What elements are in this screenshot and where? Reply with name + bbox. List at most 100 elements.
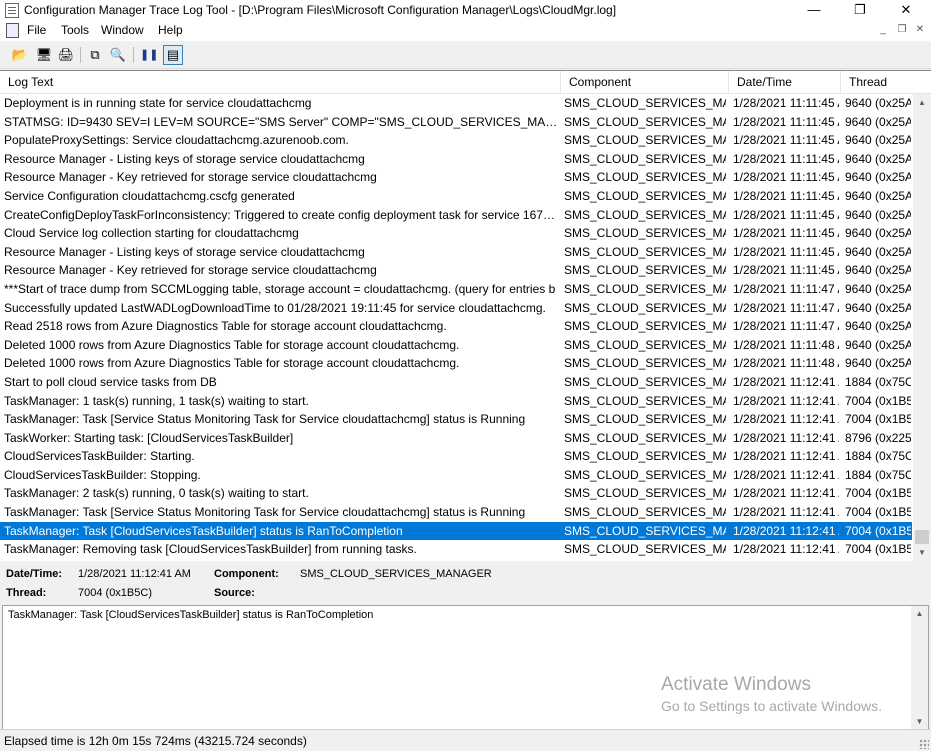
table-row[interactable]: STATMSG: ID=9430 SEV=I LEV=M SOURCE="SMS… [0,113,912,132]
resize-grip-icon[interactable] [919,739,929,749]
table-row[interactable]: TaskManager: Task [CloudServicesTaskBuil… [0,521,912,541]
maximize-button[interactable]: ❐ [837,0,883,20]
thread-cell: 1884 (0x75C) [845,449,911,464]
details-datetime-value: 1/28/2021 11:12:41 AM [78,568,191,580]
table-row[interactable]: Deployment is in running state for servi… [0,94,912,113]
log-text-cell: TaskManager: Task [Service Status Monito… [4,412,526,427]
component-cell: SMS_CLOUD_SERVICES_MANAGER [564,281,726,296]
table-row[interactable]: Resource Manager - Key retrieved for sto… [0,261,912,280]
table-row[interactable]: TaskManager: Removing task [CloudService… [0,540,912,559]
highlight-icon[interactable]: ▤ [163,45,183,65]
mdi-restore-button[interactable]: ❐ [894,24,910,35]
component-cell: SMS_CLOUD_SERVICES_MANAGER [564,337,726,352]
details-component-value: SMS_CLOUD_SERVICES_MANAGER [300,568,492,580]
log-grid: Log Text Component Date/Time Thread Depl… [0,70,931,561]
mdi-close-button[interactable]: ✕ [912,24,928,35]
table-row[interactable]: TaskManager: 2 task(s) running, 0 task(s… [0,484,912,503]
thread-cell: 7004 (0x1B5C) [845,505,911,520]
table-row[interactable]: TaskManager: Task [Service Status Monito… [0,503,912,522]
component-cell: SMS_CLOUD_SERVICES_MANAGER [564,226,726,241]
table-row[interactable]: Deleted 1000 rows from Azure Diagnostics… [0,354,912,373]
document-icon[interactable] [6,23,19,38]
table-row[interactable]: CreateConfigDeployTaskForInconsistency: … [0,206,912,225]
close-button[interactable]: ✕ [883,0,929,20]
table-row[interactable]: TaskManager: Task [Service Status Monito… [0,410,912,429]
grid-vertical-scrollbar[interactable]: ▲ ▼ [913,94,931,561]
message-scroll-up-icon[interactable]: ▲ [911,609,928,618]
thread-cell: 9640 (0x25A8) [845,226,911,241]
thread-cell: 9640 (0x25A8) [845,96,911,110]
table-row[interactable]: CloudServicesTaskBuilder: Starting. SMS_C… [0,447,912,466]
table-row[interactable]: Cloud Service log collection starting fo… [0,224,912,243]
menu-tools[interactable]: Tools [61,23,89,37]
copy-icon[interactable]: ⧉ [86,46,104,64]
table-row[interactable]: Resource Manager - Key retrieved for sto… [0,168,912,187]
minimize-button[interactable]: — [791,0,837,20]
menu-window[interactable]: Window [101,23,144,37]
menu-help[interactable]: Help [158,23,183,37]
component-cell: SMS_CLOUD_SERVICES_MANAGER [564,393,726,408]
thread-cell: 7004 (0x1B5C) [845,523,911,538]
column-header-thread[interactable]: Thread [841,71,931,93]
activate-windows-subtitle: Go to Settings to activate Windows. [661,698,882,714]
column-header-component[interactable]: Component [561,71,729,93]
table-row[interactable]: Deleted 1000 rows from Azure Diagnostics… [0,336,912,355]
print-setup-icon[interactable]: 🖥 [35,46,53,64]
component-cell: SMS_CLOUD_SERVICES_MANAGER [564,486,726,501]
print-icon[interactable]: 🖨 [57,46,75,64]
log-text-cell: Deployment is in running state for servi… [4,96,312,110]
log-text-cell: Service Configuration cloudattachcmg.csc… [4,188,295,203]
log-text-cell: CloudServicesTaskBuilder: Starting. [4,449,195,464]
datetime-cell: 1/28/2021 11:11:47 AM [733,300,839,315]
thread-cell: 9640 (0x25A8) [845,151,911,166]
log-text-cell: Successfully updated LastWADLogDownloadT… [4,300,546,315]
table-row[interactable]: Service Configuration cloudattachcmg.csc… [0,187,912,206]
component-cell: SMS_CLOUD_SERVICES_MANAGER [564,430,726,445]
pause-icon[interactable]: ❚❚ [140,46,158,64]
datetime-cell: 1/28/2021 11:11:45 AM [733,133,839,148]
find-icon[interactable]: 🔍 [109,46,127,64]
table-row[interactable]: TaskWorker: Starting task: [CloudService… [0,429,912,448]
scroll-thumb[interactable] [915,530,929,544]
column-header-log-text[interactable]: Log Text [0,71,561,93]
message-text: TaskManager: Task [CloudServicesTaskBuil… [8,609,374,621]
datetime-cell: 1/28/2021 11:12:41 AM [733,523,839,538]
table-row[interactable]: Resource Manager - Listing keys of stora… [0,150,912,169]
table-row[interactable]: ***Start of trace dump from SCCMLogging … [0,280,912,299]
log-text-cell: TaskManager: Removing task [CloudService… [4,542,417,557]
datetime-cell: 1/28/2021 11:11:45 AM [733,207,839,222]
mdi-minimize-button[interactable]: _ [875,24,891,35]
datetime-cell: 1/28/2021 11:12:41 AM [733,374,839,389]
log-text-cell: TaskManager: 2 task(s) running, 0 task(s… [4,486,309,501]
scroll-down-icon[interactable]: ▼ [913,544,931,561]
scroll-up-icon[interactable]: ▲ [913,94,931,111]
component-cell: SMS_CLOUD_SERVICES_MANAGER [564,449,726,464]
component-cell: SMS_CLOUD_SERVICES_MANAGER [564,542,726,557]
message-vertical-scrollbar[interactable]: ▲ ▼ [911,606,928,729]
table-row[interactable]: Start to poll cloud service tasks from D… [0,373,912,392]
table-row[interactable]: Read 2518 rows from Azure Diagnostics Ta… [0,317,912,336]
menu-file[interactable]: File [27,23,46,37]
table-row[interactable]: Resource Manager - Listing keys of stora… [0,243,912,262]
table-row[interactable]: PopulateProxySettings: Service cloudatta… [0,131,912,150]
activate-windows-title: Activate Windows [661,674,811,695]
datetime-cell: 1/28/2021 11:12:41 AM [733,542,839,557]
column-header-datetime[interactable]: Date/Time [729,71,841,93]
status-bar: Elapsed time is 12h 0m 15s 724ms (43215.… [0,729,931,751]
table-row[interactable]: TaskManager: 1 task(s) running, 1 task(s… [0,392,912,411]
datetime-cell: 1/28/2021 11:11:45 AM [733,96,839,110]
component-cell: SMS_CLOUD_SERVICES_MANAGER [564,244,726,259]
component-cell: SMS_CLOUD_SERVICES_MANAGER [564,188,726,203]
datetime-cell: 1/28/2021 11:12:41 AM [733,449,839,464]
thread-cell: 7004 (0x1B5C) [845,542,911,557]
component-cell: SMS_CLOUD_SERVICES_MANAGER [564,374,726,389]
open-folder-icon[interactable]: 📂 [11,46,29,64]
table-row[interactable]: CloudServicesTaskBuilder: Stopping. SMS_C… [0,466,912,485]
table-row[interactable]: Successfully updated LastWADLogDownloadT… [0,299,912,318]
message-scroll-down-icon[interactable]: ▼ [911,717,928,726]
datetime-cell: 1/28/2021 11:11:45 AM [733,188,839,203]
title-bar[interactable]: Configuration Manager Trace Log Tool - [… [0,0,931,20]
log-text-cell: Deleted 1000 rows from Azure Diagnostics… [4,356,460,371]
details-source-label: Source: [214,587,255,599]
log-text-cell: CloudServicesTaskBuilder: Stopping. [4,467,201,482]
